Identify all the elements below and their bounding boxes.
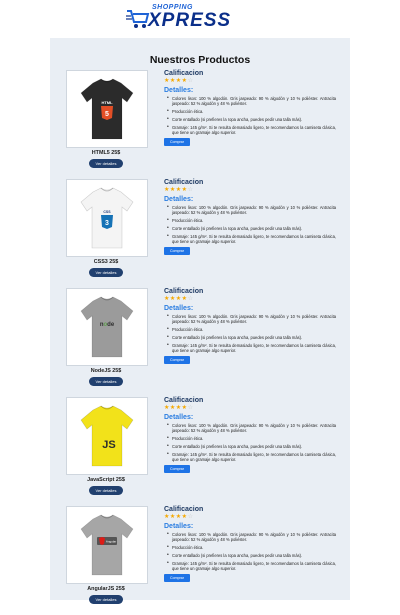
product-name: NodeJS 25$ (90, 368, 122, 374)
product-image[interactable]: JS (66, 397, 148, 475)
shopping-xpress-logo[interactable]: SHOPPING XPRESS (126, 4, 266, 34)
product-image[interactable]: CSS 3 (66, 179, 148, 257)
detail-item: Colores lisos: 100 % algodón. Gris jaspe… (167, 96, 336, 106)
nodejs-icon: node (100, 322, 115, 328)
svg-text:Angular: Angular (106, 540, 116, 544)
detail-item: Producción ética. (167, 436, 336, 441)
details-heading: Detalles: (164, 196, 194, 203)
tshirt-image: CSS 3 (67, 180, 147, 256)
rating-stars: ★★★★☆ (164, 514, 336, 521)
product-image[interactable]: HTML 5 (66, 70, 148, 148)
svg-text:JS: JS (102, 439, 115, 451)
details-heading: Detalles: (164, 414, 194, 421)
product-card: CSS 3 CSS3 25$ Ver detalles Calificacion … (50, 179, 350, 288)
buy-button[interactable]: Comprar (164, 465, 190, 473)
star-empty-icon: ☆ (187, 514, 194, 520)
product-info: Calificacion ★★★★☆ Detalles: Colores lis… (164, 397, 336, 473)
detail-item: Producción ética. (167, 545, 336, 550)
detail-item: Gramaje: 145 g/m². Si te resulta demasia… (167, 125, 336, 135)
detail-item: Producción ética. (167, 109, 336, 114)
product-image[interactable]: node (66, 288, 148, 366)
shopping-cart-icon (126, 10, 150, 28)
rating-heading: Calificacion (164, 506, 204, 513)
details-list: Colores lisos: 100 % algodón. Gris jaspe… (164, 423, 336, 462)
product-name: AngularJS 25$ (87, 586, 125, 592)
rating-stars: ★★★★☆ (164, 78, 336, 85)
site-header: SHOPPING XPRESS (0, 0, 400, 38)
product-name: HTML5 25$ (91, 150, 121, 156)
product-info: Calificacion ★★★★☆ Detalles: Colores lis… (164, 179, 336, 255)
buy-button[interactable]: Comprar (164, 247, 190, 255)
detail-item: Gramaje: 145 g/m². Si te resulta demasia… (167, 343, 336, 353)
product-card: HTML 5 HTML5 25$ Ver detalles Calificacio… (50, 70, 350, 179)
rating-stars: ★★★★☆ (164, 296, 336, 303)
svg-text:5: 5 (105, 111, 109, 118)
detail-item: Producción ética. (167, 218, 336, 223)
product-image[interactable]: Angular (66, 506, 148, 584)
view-details-button[interactable]: Ver detalles (89, 486, 123, 495)
product-card: node NodeJS 25$ Ver detalles Calificacio… (50, 288, 350, 397)
product-info: Calificacion ★★★★☆ Detalles: Colores lis… (164, 288, 336, 364)
tshirt-image: Angular (67, 507, 147, 583)
star-empty-icon: ☆ (187, 405, 194, 411)
details-heading: Detalles: (164, 523, 194, 530)
tshirt-image: JS (67, 398, 147, 474)
buy-button[interactable]: Comprar (164, 356, 190, 364)
detail-item: Colores lisos: 100 % algodón. Gris jaspe… (167, 205, 336, 215)
svg-text:node: node (100, 322, 115, 328)
view-details-button[interactable]: Ver detalles (89, 377, 123, 386)
star-empty-icon: ☆ (187, 78, 194, 84)
tshirt-image: node (67, 289, 147, 365)
view-details-button[interactable]: Ver detalles (89, 159, 123, 168)
product-name: JavaScript 25$ (87, 477, 125, 483)
detail-item: Colores lisos: 100 % algodón. Gris jaspe… (167, 532, 336, 542)
rating-heading: Calificacion (164, 397, 204, 404)
product-card: JS JavaScript 25$ Ver detalles Calificac… (50, 397, 350, 506)
details-heading: Detalles: (164, 305, 194, 312)
rating-heading: Calificacion (164, 70, 204, 77)
rating-stars: ★★★★☆ (164, 187, 336, 194)
detail-item: Corte entallado (si prefieres la ropa an… (167, 335, 336, 340)
buy-button[interactable]: Comprar (164, 138, 190, 146)
javascript-icon: JS (102, 439, 115, 451)
details-list: Colores lisos: 100 % algodón. Gris jaspe… (164, 205, 336, 244)
svg-text:CSS: CSS (103, 210, 111, 214)
detail-item: Colores lisos: 100 % algodón. Gris jaspe… (167, 314, 336, 324)
details-list: Colores lisos: 100 % algodón. Gris jaspe… (164, 314, 336, 353)
star-empty-icon: ☆ (187, 296, 194, 302)
detail-item: Gramaje: 145 g/m². Si te resulta demasia… (167, 561, 336, 571)
html5-icon: HTML 5 (101, 100, 113, 120)
rating-heading: Calificacion (164, 179, 204, 186)
details-list: Colores lisos: 100 % algodón. Gris jaspe… (164, 532, 336, 571)
detail-item: Corte entallado (si prefieres la ropa an… (167, 117, 336, 122)
products-section: Nuestros Productos HTML 5 HTML5 25$ Ver d… (50, 38, 350, 604)
product-name: CSS3 25$ (93, 259, 119, 265)
rating-stars: ★★★★☆ (164, 405, 336, 412)
svg-text:3: 3 (105, 220, 109, 227)
angularjs-icon: Angular (97, 537, 117, 545)
tshirt-image: HTML 5 (67, 71, 147, 147)
view-details-button[interactable]: Ver detalles (89, 268, 123, 277)
product-card: Angular AngularJS 25$ Ver detalles Calif… (50, 506, 350, 615)
svg-text:HTML: HTML (101, 100, 113, 105)
buy-button[interactable]: Comprar (164, 574, 190, 582)
detail-item: Gramaje: 145 g/m². Si te resulta demasia… (167, 234, 336, 244)
star-empty-icon: ☆ (187, 187, 194, 193)
page-title: Nuestros Productos (149, 54, 251, 66)
details-list: Colores lisos: 100 % algodón. Gris jaspe… (164, 96, 336, 135)
detail-item: Colores lisos: 100 % algodón. Gris jaspe… (167, 423, 336, 433)
details-heading: Detalles: (164, 87, 194, 94)
detail-item: Gramaje: 145 g/m². Si te resulta demasia… (167, 452, 336, 462)
detail-item: Producción ética. (167, 327, 336, 332)
brand-main-text: XPRESS (148, 10, 232, 31)
product-info: Calificacion ★★★★☆ Detalles: Colores lis… (164, 506, 336, 582)
detail-item: Corte entallado (si prefieres la ropa an… (167, 226, 336, 231)
rating-heading: Calificacion (164, 288, 204, 295)
detail-item: Corte entallado (si prefieres la ropa an… (167, 553, 336, 558)
detail-item: Corte entallado (si prefieres la ropa an… (167, 444, 336, 449)
product-info: Calificacion ★★★★☆ Detalles: Colores lis… (164, 70, 336, 146)
